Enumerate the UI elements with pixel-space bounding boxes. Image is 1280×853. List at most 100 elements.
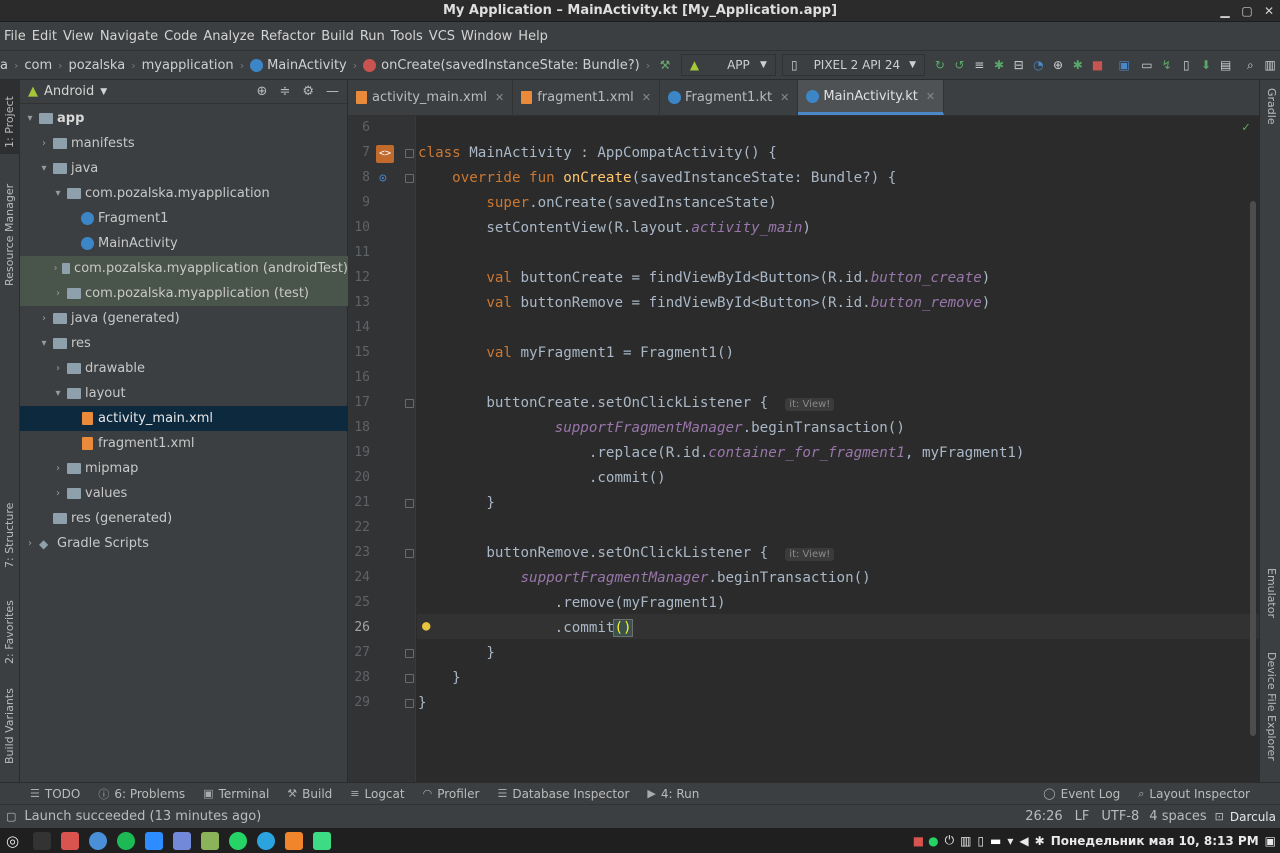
tree-item-drawable[interactable]: › drawable	[20, 356, 348, 381]
project-view-select[interactable]: Android	[44, 84, 94, 99]
tree-item-mipmap[interactable]: › mipmap	[20, 456, 348, 481]
android-studio-app-icon[interactable]	[313, 831, 332, 850]
tool-window-build-variants[interactable]: Build Variants	[0, 684, 20, 766]
maximize-icon[interactable]: ▢	[1236, 0, 1258, 22]
line-separator[interactable]: LF	[1075, 809, 1090, 824]
menu-help[interactable]: Help	[518, 27, 548, 46]
layout-inspector-icon[interactable]: ▤	[1219, 57, 1233, 73]
fold-icon[interactable]	[405, 399, 414, 408]
tool-terminal[interactable]: ▣ Terminal	[203, 787, 269, 801]
collapse-all-icon[interactable]: ≑	[279, 84, 290, 99]
hide-icon[interactable]: —	[326, 84, 339, 99]
volume-tray-icon[interactable]: ◀	[1019, 834, 1028, 848]
menu-edit[interactable]: Edit	[32, 27, 57, 46]
fold-icon[interactable]	[405, 674, 414, 683]
fold-icon[interactable]	[405, 649, 414, 658]
tree-item-java[interactable]: ▾ java	[20, 156, 348, 181]
tree-item-fragment1[interactable]: Fragment1	[20, 206, 348, 231]
tree-item-values[interactable]: › values	[20, 481, 348, 506]
tool-window-project[interactable]: 1: Project	[0, 80, 20, 154]
breadcrumb-item[interactable]: a	[0, 58, 8, 73]
tool-window-device-file-explorer[interactable]: Device File Explorer	[1262, 652, 1280, 776]
theme-label[interactable]: Darcula	[1230, 810, 1276, 824]
tab-activity-main-xml[interactable]: activity_main.xml ✕	[348, 80, 514, 115]
debug-icon[interactable]: ✱	[992, 57, 1006, 73]
stop-icon[interactable]: ■	[1091, 57, 1105, 73]
postman-app-icon[interactable]	[285, 831, 304, 850]
locate-icon[interactable]: ⊕	[257, 84, 268, 99]
tree-item-app[interactable]: ▾ app	[20, 106, 348, 131]
tool-problems[interactable]: ⓘ 6: Problems	[98, 786, 185, 802]
notifications-tray-icon[interactable]: ▣	[1265, 834, 1276, 848]
battery-tray-icon[interactable]: ▯	[977, 834, 984, 848]
menu-view[interactable]: View	[63, 27, 94, 46]
cursor-position[interactable]: 26:26	[1025, 809, 1062, 824]
tree-item-layout[interactable]: ▾ layout	[20, 381, 348, 406]
tree-item-package-test[interactable]: › com.pozalska.myapplication (test)	[20, 281, 348, 306]
tool-todo[interactable]: ☰ TODO	[30, 787, 80, 801]
menu-run[interactable]: Run	[360, 27, 385, 46]
tab-fragment1-kt[interactable]: Fragment1.kt ✕	[660, 80, 799, 115]
breadcrumb-item[interactable]: onCreate(savedInstanceState: Bundle?)	[381, 58, 640, 73]
tree-item-java-generated[interactable]: › java (generated)	[20, 306, 348, 331]
whatsapp-tray-icon[interactable]: ●	[928, 834, 938, 848]
fold-icon[interactable]	[405, 174, 414, 183]
close-icon[interactable]: ✕	[495, 91, 504, 104]
wifi-tray-icon[interactable]: ▾	[1007, 834, 1013, 848]
search-icon[interactable]: ⌕	[1244, 57, 1258, 73]
indent-setting[interactable]: 4 spaces	[1149, 809, 1206, 824]
tree-item-mainactivity[interactable]: MainActivity	[20, 231, 348, 256]
profile-icon[interactable]: ◔	[1032, 57, 1046, 73]
zoom-app-icon[interactable]	[145, 831, 164, 850]
tree-item-activity-main-xml[interactable]: activity_main.xml	[20, 406, 348, 431]
terminal-app-icon[interactable]	[33, 831, 52, 850]
tool-window-gradle[interactable]: Gradle	[1262, 88, 1280, 138]
menu-code[interactable]: Code	[164, 27, 197, 46]
tree-item-res-generated[interactable]: res (generated)	[20, 506, 348, 531]
power-tray-icon[interactable]: ⏻	[945, 833, 955, 848]
android-debug-icon[interactable]: ✱	[1071, 57, 1085, 73]
apply-code-changes-icon[interactable]: ↺	[953, 57, 967, 73]
gear-icon[interactable]: ⚙	[302, 84, 314, 99]
whatsapp-app-icon[interactable]	[229, 831, 248, 850]
breadcrumb-item[interactable]: MainActivity	[267, 58, 347, 73]
tool-run[interactable]: ▶ 4: Run	[647, 787, 699, 801]
coverage-icon[interactable]: ≡	[972, 57, 986, 73]
override-gutter-icon[interactable]: ⊙	[379, 171, 387, 186]
lock-icon[interactable]: ⊡	[1215, 810, 1224, 823]
editor-scrollbar[interactable]	[1250, 201, 1256, 736]
close-icon[interactable]: ✕	[926, 90, 935, 103]
bluetooth-tray-icon[interactable]: ✱	[1035, 834, 1045, 848]
menu-window[interactable]: Window	[461, 27, 512, 46]
layout-toggle-icon[interactable]: ▢	[6, 810, 16, 823]
tool-profiler[interactable]: ◠ Profiler	[423, 787, 480, 801]
hammer-icon[interactable]: ⚒	[658, 57, 672, 73]
menu-file[interactable]: File	[4, 27, 26, 46]
minimize-icon[interactable]: ▁	[1214, 0, 1236, 22]
tool-layout-inspector[interactable]: ⌕ Layout Inspector	[1138, 787, 1250, 801]
spotify-app-icon[interactable]	[117, 831, 136, 850]
clipboard-tray-icon[interactable]: ▥	[960, 834, 971, 848]
fold-icon[interactable]	[405, 699, 414, 708]
tool-event-log[interactable]: ◯ Event Log	[1043, 787, 1120, 801]
tree-item-fragment1-xml[interactable]: fragment1.xml	[20, 431, 348, 456]
tool-database-inspector[interactable]: ☰ Database Inspector	[497, 787, 629, 801]
tab-fragment1-xml[interactable]: fragment1.xml ✕	[513, 80, 660, 115]
checkmark-icon[interactable]: ✓	[1242, 120, 1250, 135]
device-select[interactable]: ▯ PIXEL 2 API 24 ▼	[781, 54, 926, 76]
attach-debugger-icon[interactable]: ⊟	[1012, 57, 1026, 73]
menu-build[interactable]: Build	[321, 27, 354, 46]
mail-tray-icon[interactable]: ■	[913, 834, 924, 848]
layout-gutter-icon[interactable]: <>	[376, 145, 394, 163]
close-icon[interactable]: ✕	[780, 91, 789, 104]
settings-icon[interactable]: ▥	[1263, 57, 1277, 73]
menu-launcher-icon[interactable]: ◎	[6, 832, 19, 850]
chrome-app-icon[interactable]	[89, 831, 108, 850]
sync-icon[interactable]: ▭	[1140, 57, 1154, 73]
tree-item-package-androidtest[interactable]: › com.pozalska.myapplication (androidTes…	[20, 256, 348, 281]
status-message[interactable]: Launch succeeded (13 minutes ago)	[24, 809, 261, 824]
menu-analyze[interactable]: Analyze	[203, 27, 254, 46]
software-app-icon[interactable]	[61, 831, 80, 850]
clock[interactable]: Понедельник мая 10, 8:13 PM	[1051, 834, 1259, 848]
file-encoding[interactable]: UTF-8	[1101, 809, 1139, 824]
